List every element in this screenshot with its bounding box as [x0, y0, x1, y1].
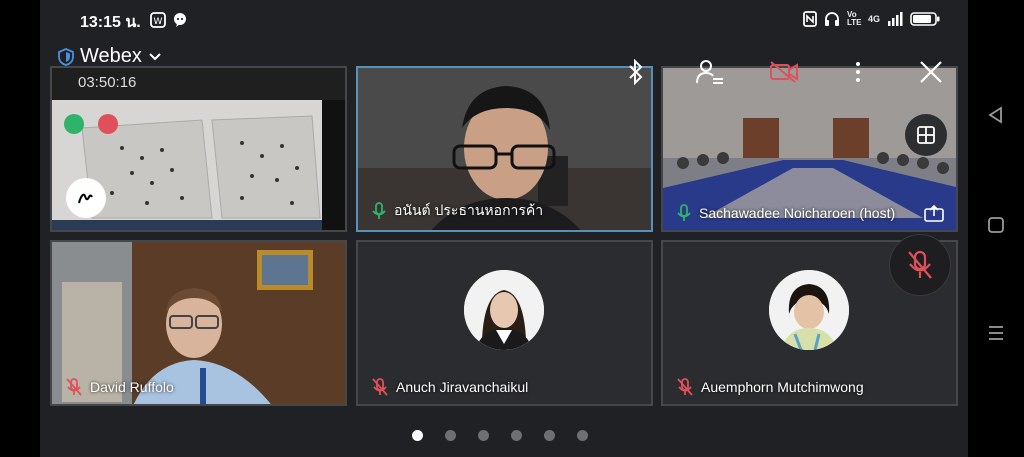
microphone-muted-icon [908, 250, 932, 279]
annotation-indicator [98, 114, 118, 134]
home-icon[interactable] [987, 216, 1005, 234]
volte-label: Vo LTE [846, 10, 862, 27]
mute-button[interactable] [889, 234, 951, 296]
close-button[interactable] [915, 56, 947, 88]
audio-level-indicator [64, 114, 84, 134]
page-dot[interactable] [577, 430, 588, 441]
app-title[interactable]: Webex [58, 45, 162, 68]
participant-name: Anuch Jiravanchaikul [396, 379, 529, 395]
svg-text:W: W [154, 17, 163, 27]
participant-name: อนันต์ ประธานหอการค้า [394, 202, 544, 218]
status-bar: 13:15 น. W Vo LTE 4G [40, 8, 940, 32]
video-tile-participant[interactable]: อนันต์ ประธานหอการค้า [356, 66, 653, 232]
participant-label: Anuch Jiravanchaikul [372, 378, 528, 396]
page-dot[interactable] [511, 430, 522, 441]
more-vertical-icon [856, 62, 860, 82]
layout-toggle-button[interactable] [905, 114, 947, 156]
battery-icon [910, 12, 940, 26]
page-dot[interactable] [478, 430, 489, 441]
page-dot[interactable] [544, 430, 555, 441]
participants-button[interactable] [694, 56, 726, 88]
headphones-icon [824, 12, 839, 26]
microphone-icon [677, 204, 691, 221]
video-off-icon [770, 61, 798, 83]
bluetooth-button[interactable] [620, 56, 652, 88]
shield-icon [58, 47, 74, 66]
participant-name: David Ruffolo [90, 379, 174, 395]
signal-icon [888, 12, 903, 26]
status-time: 13:15 น. [80, 14, 141, 31]
participant-name: Sachawadee Noicharoen (host) [699, 205, 896, 221]
bluetooth-icon [629, 59, 643, 85]
annotate-pen-icon [78, 193, 93, 204]
status-app-icons: W [150, 12, 188, 28]
line-app-icon: W [150, 12, 166, 28]
meeting-timer: 03:50:16 [78, 74, 137, 91]
back-icon[interactable] [987, 106, 1005, 124]
chat-app-icon [174, 13, 186, 27]
status-indicators: Vo LTE 4G [803, 11, 940, 27]
nfc-icon [803, 11, 817, 27]
microphone-icon [372, 202, 386, 219]
more-options-button[interactable] [842, 56, 874, 88]
microphone-muted-icon [66, 378, 82, 396]
system-navigation-bar [968, 0, 1024, 457]
participant-label: Auemphorn Mutchimwong [677, 378, 864, 396]
share-icon[interactable] [924, 204, 944, 222]
avatar-photo [464, 270, 544, 350]
page-indicator[interactable] [412, 430, 588, 441]
participant-label: Sachawadee Noicharoen (host) [677, 204, 895, 222]
annotate-button[interactable] [66, 178, 106, 218]
video-tile-participant[interactable]: David Ruffolo [50, 240, 347, 406]
close-icon [920, 61, 942, 83]
avatar [464, 270, 544, 350]
page-dot[interactable] [412, 430, 423, 441]
microphone-muted-icon [372, 378, 388, 396]
avatar-photo [769, 270, 849, 350]
page-dot[interactable] [445, 430, 456, 441]
participants-list-icon [696, 60, 723, 84]
microphone-muted-icon [677, 378, 693, 396]
app-title-text: Webex [80, 45, 142, 67]
participant-name: Auemphorn Mutchimwong [701, 379, 864, 395]
avatar [769, 270, 849, 350]
video-tile-participant[interactable]: Anuch Jiravanchaikul [356, 240, 653, 406]
network-label: 4G [867, 14, 880, 24]
stop-video-button[interactable] [768, 56, 800, 88]
chevron-down-icon [149, 52, 161, 60]
grid-layout-icon [917, 126, 935, 144]
recents-menu-icon[interactable] [987, 324, 1005, 342]
participant-label: David Ruffolo [66, 378, 174, 396]
participant-label: อนันต์ ประธานหอการค้า [372, 200, 543, 222]
